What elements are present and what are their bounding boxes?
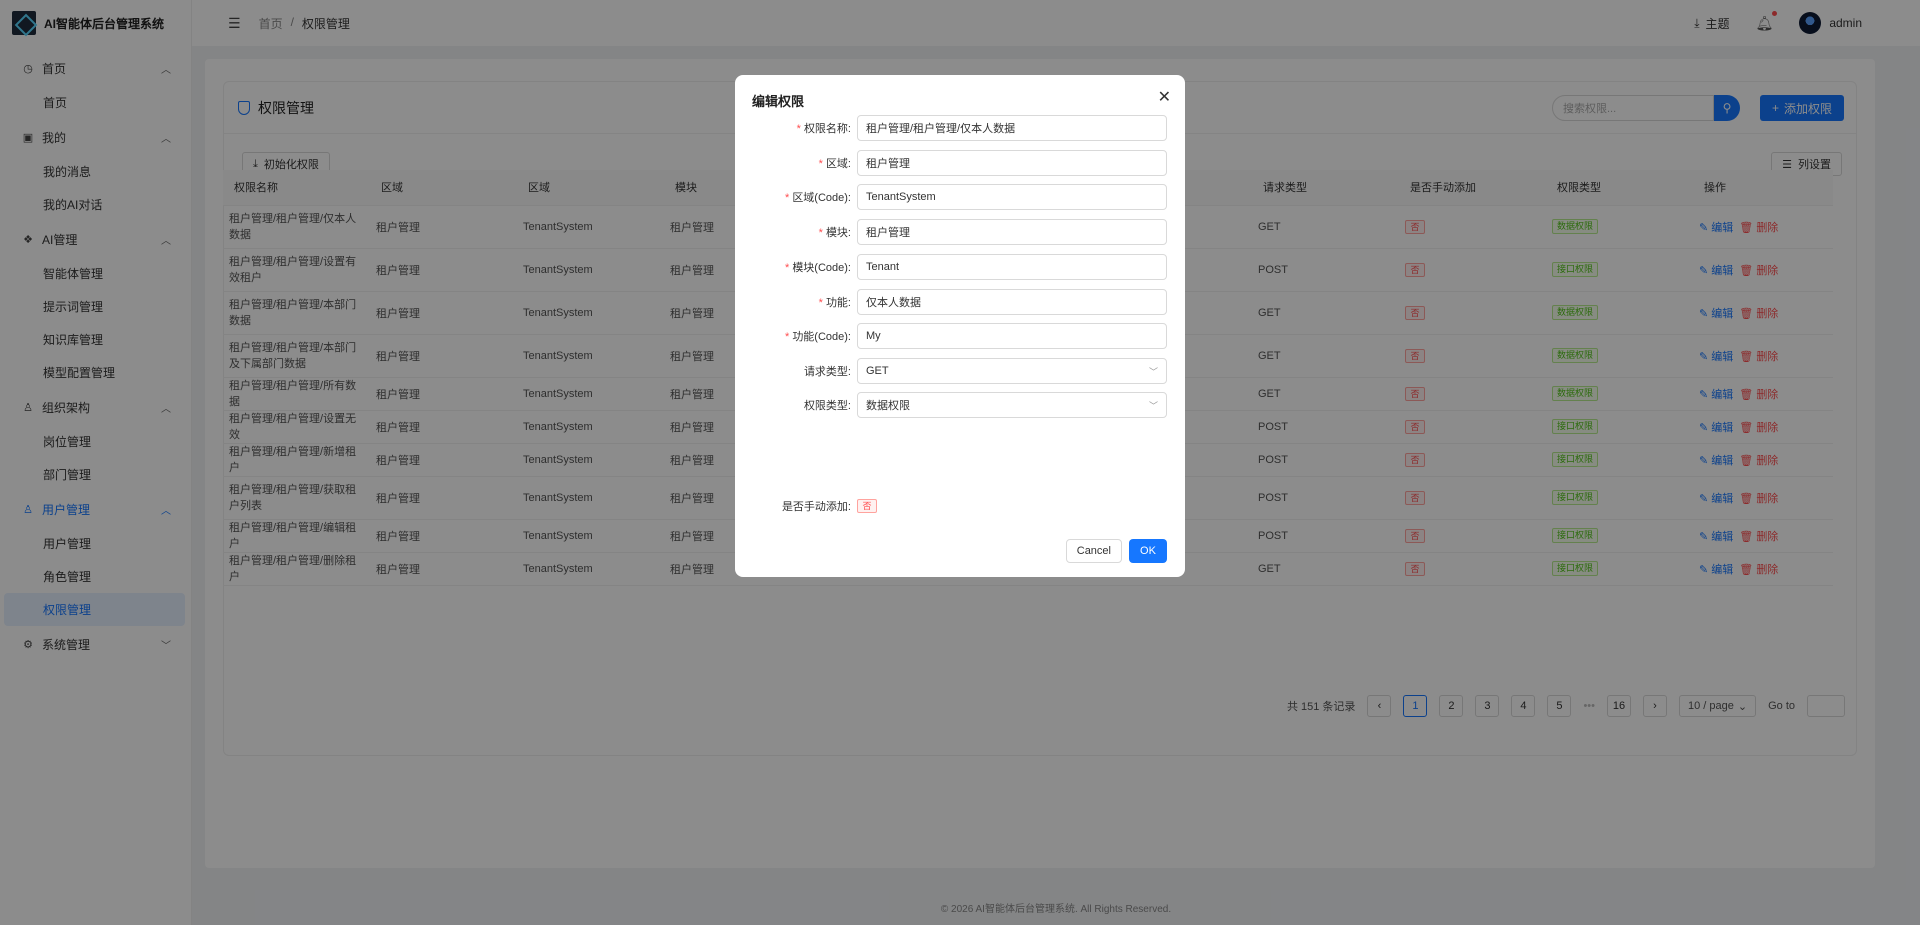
form-value: GET: [866, 365, 889, 377]
chevron-down-icon: ﹀: [1148, 366, 1158, 377]
required-mark: *: [785, 192, 790, 204]
form-row: * 区域: 租户管理: [735, 150, 1185, 176]
form-input[interactable]: 租户管理/租户管理/仅本人数据: [857, 115, 1167, 141]
manual-switch[interactable]: 否: [857, 499, 877, 513]
form-label: * 功能:: [735, 294, 857, 310]
form-value: 租户管理/租户管理/仅本人数据: [866, 123, 1016, 135]
form-value: TenantSystem: [866, 191, 936, 203]
form-select[interactable]: GET ﹀: [857, 358, 1167, 384]
form-label: * 模块(Code):: [735, 259, 857, 275]
form-input[interactable]: TenantSystem: [857, 184, 1167, 210]
form-row: * 权限名称: 租户管理/租户管理/仅本人数据: [735, 115, 1185, 141]
form-input[interactable]: 租户管理: [857, 150, 1167, 176]
form-row: * 功能(Code): My: [735, 323, 1185, 349]
form-input[interactable]: 仅本人数据: [857, 289, 1167, 315]
form-label: * 功能(Code):: [735, 328, 857, 344]
form-label: 请求类型:: [735, 363, 857, 379]
form-row: * 功能: 仅本人数据: [735, 289, 1185, 315]
form-value: 租户管理: [866, 158, 910, 170]
form-label-text: 权限类型:: [803, 400, 851, 412]
form-label: * 区域(Code):: [735, 189, 857, 205]
ok-button[interactable]: OK: [1129, 539, 1167, 563]
manual-row: 是否手动添加: 否: [735, 493, 1185, 519]
form-label: * 权限名称:: [735, 120, 857, 136]
form-label-text: 模块:: [825, 227, 851, 239]
required-mark: *: [818, 158, 823, 170]
form-label-text: 功能(Code):: [792, 331, 851, 343]
form-row: * 模块: 租户管理: [735, 219, 1185, 245]
required-mark: *: [796, 123, 801, 135]
form-value: 租户管理: [866, 227, 910, 239]
form-label-text: 模块(Code):: [792, 262, 851, 274]
required-mark: *: [785, 262, 790, 274]
form-row: * 区域(Code): TenantSystem: [735, 184, 1185, 210]
required-mark: *: [818, 227, 823, 239]
form-input[interactable]: Tenant: [857, 254, 1167, 280]
form-value: Tenant: [866, 261, 900, 273]
form-input[interactable]: 租户管理: [857, 219, 1167, 245]
form-value: 数据权限: [866, 400, 910, 412]
form-label: * 模块:: [735, 224, 857, 240]
chevron-down-icon: ﹀: [1148, 400, 1158, 411]
form-row: * 模块(Code): Tenant: [735, 254, 1185, 280]
form-value: My: [866, 330, 881, 342]
form-label-text: 区域(Code):: [792, 192, 851, 204]
form-row: 请求类型: GET ﹀: [735, 358, 1185, 384]
form-label: * 区域:: [735, 155, 857, 171]
form-label-text: 权限名称:: [803, 123, 851, 135]
form-label-text: 请求类型:: [803, 366, 851, 378]
form-label-text: 功能:: [825, 297, 851, 309]
manual-label: 是否手动添加:: [781, 501, 851, 513]
edit-permission-modal: 编辑权限 ✕ * 权限名称: 租户管理/租户管理/仅本人数据 * 区域: 租户管理 * 区域(…: [735, 75, 1185, 577]
required-mark: *: [818, 297, 823, 309]
form-row: 权限类型: 数据权限 ﹀: [735, 392, 1185, 418]
required-mark: *: [785, 331, 790, 343]
close-icon[interactable]: ✕: [1158, 87, 1171, 107]
form-label-text: 区域:: [825, 158, 851, 170]
form-input[interactable]: My: [857, 323, 1167, 349]
form-select[interactable]: 数据权限 ﹀: [857, 392, 1167, 418]
form-value: 仅本人数据: [866, 297, 921, 309]
form-label: 权限类型:: [735, 397, 857, 413]
cancel-button[interactable]: Cancel: [1065, 539, 1122, 563]
modal-title: 编辑权限: [752, 94, 805, 109]
